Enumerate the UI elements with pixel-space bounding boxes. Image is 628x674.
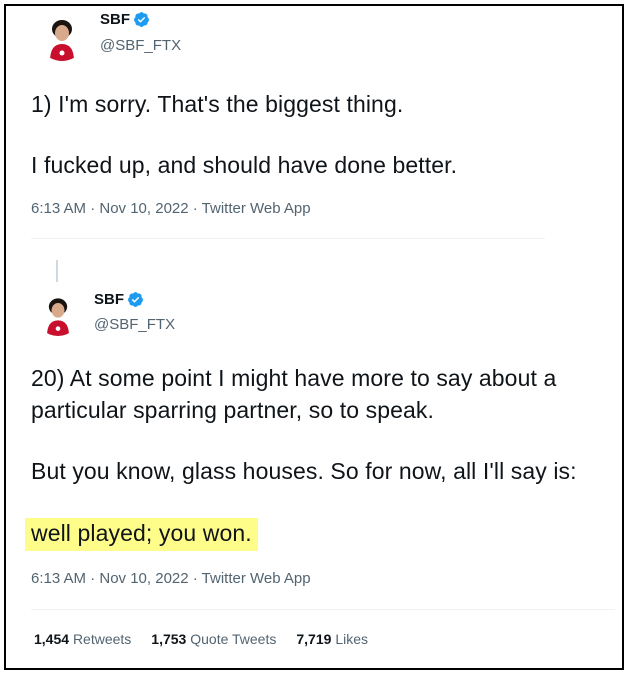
tweet-text-line: I fucked up, and should have done better… [31, 152, 458, 178]
tweet-timestamp[interactable]: 6:13 AM · Nov 10, 2022 · Twitter Web App [31, 570, 311, 587]
thread-connector [56, 260, 58, 282]
tweet-text-line: But you know, glass houses. So for now, … [31, 458, 577, 484]
display-name[interactable]: SBF [94, 291, 144, 308]
avatar[interactable] [38, 13, 86, 61]
tweet-text-line: well played; you won. [31, 520, 252, 546]
tweet-text-line: 1) I'm sorry. That's the biggest thing. [31, 91, 404, 117]
verified-badge-icon [133, 11, 150, 28]
retweets-stat[interactable]: 1,454 Retweets [34, 631, 131, 647]
engagement-stats: 1,454 Retweets 1,753 Quote Tweets 7,719 … [34, 631, 368, 647]
avatar[interactable] [36, 292, 80, 336]
verified-badge-icon [127, 291, 144, 308]
tweet-text-line: particular sparring partner, so to speak… [31, 397, 434, 423]
handle[interactable]: @SBF_FTX [100, 37, 181, 54]
tweet-timestamp[interactable]: 6:13 AM · Nov 10, 2022 · Twitter Web App [31, 200, 311, 217]
handle[interactable]: @SBF_FTX [94, 316, 175, 333]
divider [31, 238, 545, 239]
highlighted-text: well played; you won. [25, 518, 258, 551]
quote-tweets-stat[interactable]: 1,753 Quote Tweets [151, 631, 276, 647]
display-name[interactable]: SBF [100, 11, 150, 28]
divider [31, 609, 615, 610]
likes-stat[interactable]: 7,719 Likes [296, 631, 368, 647]
tweet-text-line: 20) At some point I might have more to s… [31, 365, 557, 391]
